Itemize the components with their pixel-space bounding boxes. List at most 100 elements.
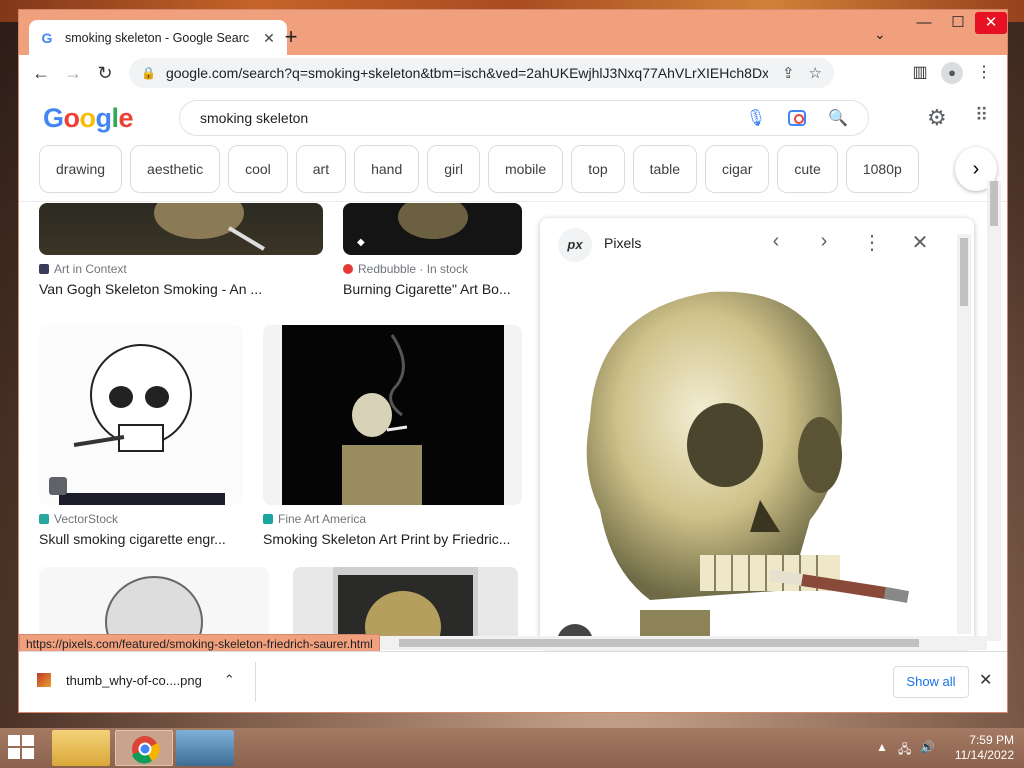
logo-letter: G: [43, 103, 64, 133]
horizontal-scrollbar-thumb[interactable]: [399, 639, 919, 647]
profile-avatar[interactable]: ●: [937, 58, 967, 88]
search-input[interactable]: smoking skeleton: [200, 110, 746, 126]
chip-1080p[interactable]: 1080p: [845, 145, 919, 193]
logo-letter: o: [63, 103, 81, 133]
site-favicon-icon: [39, 264, 49, 274]
settings-gear-icon[interactable]: ⚙: [927, 105, 947, 131]
chip-hand[interactable]: hand: [354, 145, 420, 193]
preview-scrollbar-thumb[interactable]: [960, 238, 968, 306]
more-options-icon[interactable]: ⋮: [858, 230, 886, 255]
lock-icon[interactable]: 🔒: [141, 66, 156, 80]
chip-girl[interactable]: girl: [427, 145, 480, 193]
result-caption[interactable]: Skull smoking cigarette engr...: [39, 531, 243, 547]
browser-tab[interactable]: G smoking skeleton - Google Searc ✕: [29, 20, 287, 56]
tab-title: smoking skeleton - Google Searc: [65, 31, 250, 45]
volume-icon[interactable]: 🔊: [920, 740, 935, 754]
system-clock[interactable]: 7:59 PM 11/14/2022: [944, 733, 1014, 763]
source-label: VectorStock: [54, 512, 119, 526]
tab-search-chevron-icon[interactable]: ⌄: [874, 26, 886, 43]
site-favicon-icon: [39, 514, 49, 524]
vertical-scrollbar-thumb[interactable]: [990, 181, 998, 226]
apps-grid-icon[interactable]: ⠿: [975, 105, 988, 126]
minimize-button[interactable]: —: [907, 12, 941, 34]
clock-date: 11/14/2022: [954, 748, 1014, 762]
close-preview-icon[interactable]: ✕: [906, 230, 934, 255]
chip-cute[interactable]: cute: [777, 145, 838, 193]
browser-toolbar: ← → ↻ 🔒 google.com/search?q=smoking+skel…: [19, 55, 1007, 91]
new-tab-button[interactable]: +: [277, 24, 305, 52]
result-thumbnail-van-gogh[interactable]: [39, 203, 323, 255]
status-bar-url: https://pixels.com/featured/smoking-skel…: [19, 634, 380, 651]
logo-letter: o: [79, 103, 97, 133]
downloads-bar: thumb_why-of-co....png ⌃ Show all ✕: [19, 651, 1007, 712]
tab-strip: G smoking skeleton - Google Searc ✕ + ⌄ …: [19, 10, 1007, 56]
chip-top[interactable]: top: [571, 145, 625, 193]
site-favicon-icon: [343, 264, 353, 274]
reload-icon[interactable]: ↻: [89, 57, 121, 89]
bookmark-star-icon[interactable]: ☆: [809, 64, 822, 82]
result-caption[interactable]: Smoking Skeleton Art Print by Friedric..…: [263, 531, 523, 547]
show-hidden-icons-icon[interactable]: ▲: [876, 740, 888, 754]
result-thumbnail-vectorstock[interactable]: [39, 325, 243, 505]
microphone-icon[interactable]: 🎙: [746, 108, 766, 128]
chip-art[interactable]: art: [295, 145, 347, 193]
google-logo[interactable]: Google: [43, 103, 134, 134]
forward-icon[interactable]: →: [57, 57, 89, 89]
preview-header: px Pixels ‹ › ⋮ ✕: [540, 218, 974, 268]
pixels-logo[interactable]: px: [558, 228, 592, 262]
logo-letter: g: [95, 103, 113, 133]
result-source[interactable]: VectorStock: [39, 512, 118, 526]
logo-letter: e: [118, 103, 134, 133]
chip-mobile[interactable]: mobile: [487, 145, 564, 193]
google-lens-icon[interactable]: [788, 110, 807, 126]
page-vertical-scrollbar[interactable]: [987, 181, 1001, 641]
search-box[interactable]: smoking skeleton 🎙 🔍: [179, 100, 869, 136]
preview-scrollbar[interactable]: [957, 234, 971, 634]
chevron-up-icon[interactable]: ⌃: [224, 672, 235, 688]
result-thumbnail-redbubble[interactable]: ◆: [343, 203, 522, 255]
file-explorer-taskbar-icon[interactable]: [52, 730, 110, 766]
chrome-taskbar-icon[interactable]: [115, 730, 173, 766]
chip-cool[interactable]: cool: [228, 145, 288, 193]
windows-taskbar: ▲ 🖧 🔊 7:59 PM 11/14/2022: [0, 728, 1024, 768]
source-label: Fine Art America: [278, 512, 367, 526]
logo-letter: l: [111, 103, 120, 133]
result-source[interactable]: Redbubble · In stock: [343, 262, 468, 276]
close-window-button[interactable]: ✕: [975, 12, 1007, 34]
result-source[interactable]: Art in Context: [39, 262, 127, 276]
close-tab-icon[interactable]: ✕: [261, 30, 277, 47]
search-icon[interactable]: 🔍: [828, 108, 848, 128]
download-item[interactable]: thumb_why-of-co....png ⌃: [37, 672, 235, 688]
start-button[interactable]: [8, 735, 36, 761]
show-all-button[interactable]: Show all: [893, 666, 969, 698]
svg-text:◆: ◆: [357, 237, 365, 248]
share-icon[interactable]: ⇪: [782, 64, 795, 82]
result-source[interactable]: Fine Art America: [263, 512, 366, 526]
side-panel-icon[interactable]: ▥: [905, 58, 935, 88]
result-thumbnail-fine-art-america[interactable]: [263, 325, 522, 505]
result-caption[interactable]: Burning Cigarette" Art Bo...: [343, 281, 523, 297]
site-favicon-icon: [263, 514, 273, 524]
address-bar[interactable]: 🔒 google.com/search?q=smoking+skeleton&t…: [129, 58, 834, 88]
previous-image-chevron-icon[interactable]: ‹: [762, 230, 790, 253]
maximize-button[interactable]: ☐: [941, 12, 975, 34]
chip-table[interactable]: table: [632, 145, 698, 193]
preview-image[interactable]: [540, 270, 974, 648]
source-label: Art in Context: [54, 262, 127, 276]
network-icon[interactable]: 🖧: [898, 740, 911, 761]
browser-menu-icon[interactable]: ⋮: [969, 58, 999, 88]
image-preview-panel: px Pixels ‹ › ⋮ ✕: [540, 218, 974, 648]
chip-cigar[interactable]: cigar: [705, 145, 770, 193]
image-file-icon: [37, 673, 51, 687]
back-icon[interactable]: ←: [25, 57, 57, 89]
browser-window: G smoking skeleton - Google Searc ✕ + ⌄ …: [18, 9, 1008, 713]
chip-drawing[interactable]: drawing: [39, 145, 123, 193]
result-caption[interactable]: Van Gogh Skeleton Smoking - An ...: [39, 281, 323, 297]
preview-site-name[interactable]: Pixels: [604, 235, 641, 251]
next-image-chevron-icon[interactable]: ›: [810, 230, 838, 253]
divider: [255, 662, 256, 702]
close-downloads-icon[interactable]: ✕: [979, 670, 992, 690]
image-badge-icon: [49, 477, 67, 495]
photos-taskbar-icon[interactable]: [176, 730, 234, 766]
chip-aesthetic[interactable]: aesthetic: [130, 145, 221, 193]
